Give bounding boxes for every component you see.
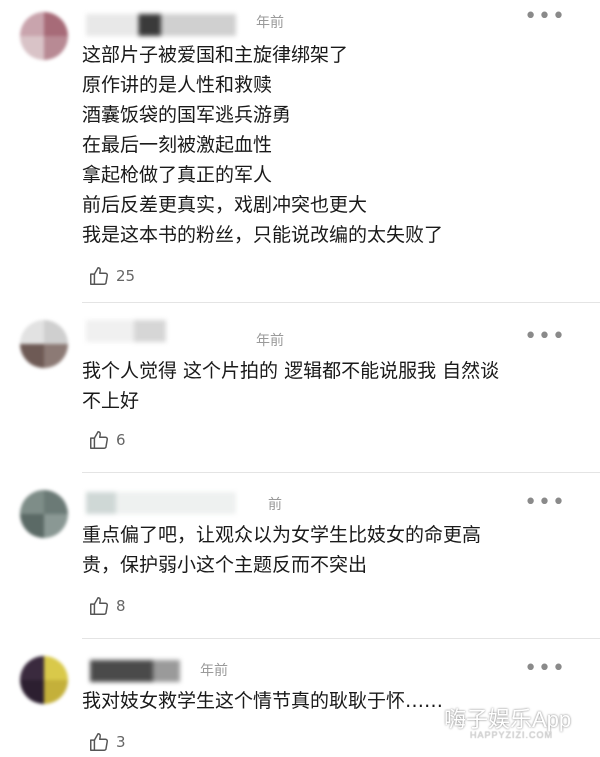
username-redacted — [90, 660, 180, 682]
like-count: 8 — [116, 597, 126, 615]
comment-time: 年前 — [256, 333, 284, 349]
comment-time: 年前 — [256, 15, 284, 31]
comment-text: 这部片子被爱国和主旋律绑架了 原作讲的是人性和救赎 酒囊饭袋的国军逃兵游勇 在最… — [82, 44, 444, 246]
username-redacted — [86, 492, 236, 514]
comment-item: 年前 ••• 我个人觉得 这个片拍的 逻辑都不能说服我 自然谈 不上好 6 — [0, 314, 600, 474]
like-button[interactable]: 3 — [88, 730, 126, 754]
comment-item: 前 ••• 重点偏了吧，让观众以为女学生比妓女的命更高 贵，保护弱小这个主题反而… — [0, 482, 600, 642]
thumbs-up-icon — [90, 597, 108, 615]
more-dots-icon[interactable]: ••• — [524, 326, 566, 348]
username-redacted — [86, 14, 236, 36]
thumbs-up-icon — [90, 733, 108, 751]
more-dots-icon[interactable]: ••• — [524, 6, 566, 28]
comment-item: 年前 ••• 这部片子被爱国和主旋律绑架了 原作讲的是人性和救赎 酒囊饭袋的国军… — [0, 0, 600, 303]
avatar[interactable] — [20, 656, 68, 704]
like-button[interactable]: 8 — [88, 594, 126, 618]
more-dots-icon[interactable]: ••• — [524, 658, 566, 680]
comment-text: 我个人觉得 这个片拍的 逻辑都不能说服我 自然谈 不上好 — [82, 360, 500, 412]
watermark-url: HAPPYZIZI.COM — [470, 730, 554, 740]
comment-text: 重点偏了吧，让观众以为女学生比妓女的命更高 贵，保护弱小这个主题反而不突出 — [82, 524, 482, 576]
like-button[interactable]: 25 — [88, 264, 135, 288]
divider — [82, 472, 600, 473]
avatar[interactable] — [20, 320, 68, 368]
avatar[interactable] — [20, 490, 68, 538]
like-count: 3 — [116, 733, 126, 751]
thumbs-up-icon — [90, 267, 108, 285]
like-count: 25 — [116, 267, 136, 285]
more-dots-icon[interactable]: ••• — [524, 492, 566, 514]
comment-time: 前 — [268, 497, 282, 513]
username-redacted — [86, 320, 166, 342]
comment-time: 年前 — [200, 663, 228, 679]
avatar[interactable] — [20, 12, 68, 60]
divider — [82, 302, 600, 303]
thumbs-up-icon — [90, 431, 108, 449]
like-button[interactable]: 6 — [88, 428, 126, 452]
divider — [82, 638, 600, 639]
like-count: 6 — [116, 431, 126, 449]
